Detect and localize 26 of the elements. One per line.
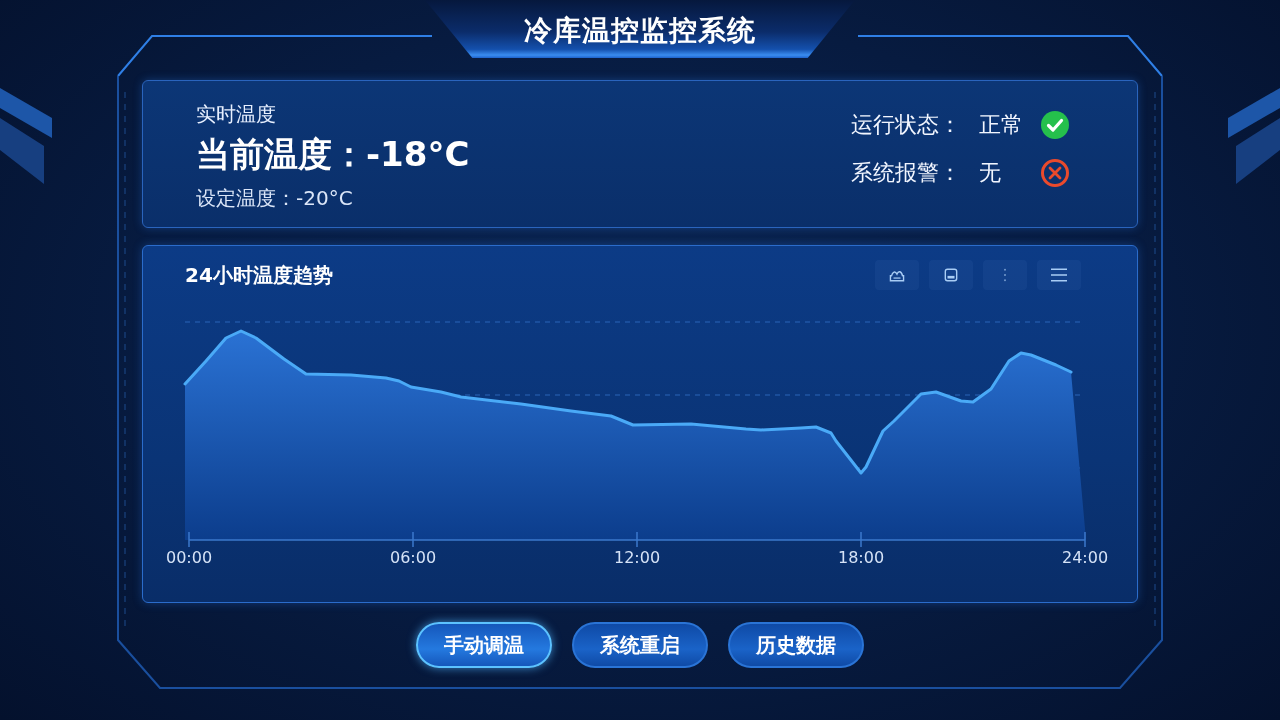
axis-label: 18:00 <box>837 549 885 567</box>
action-button[interactable]: 手动调温 <box>416 622 552 668</box>
save-icon <box>943 268 959 282</box>
status-value: 正常 <box>979 111 1023 139</box>
chart-title: 24小时温度趋势 <box>184 262 333 289</box>
action-button[interactable]: 系统重启 <box>572 622 708 668</box>
section-heading: 实时温度 <box>196 101 277 127</box>
status-label: 运行状态： <box>851 111 961 139</box>
toolbar-button[interactable] <box>929 260 973 290</box>
check-circle-icon <box>1041 111 1069 139</box>
axis-label: 06:00 <box>389 549 437 567</box>
status-label: 系统报警： <box>851 159 961 187</box>
axis-label: 12:00 <box>613 549 661 567</box>
toolbar-button[interactable] <box>1037 260 1081 290</box>
action-button[interactable]: 历史数据 <box>728 622 864 668</box>
more-icon <box>1003 268 1007 282</box>
x-circle-icon <box>1041 159 1069 187</box>
toolbar-button[interactable] <box>875 260 919 290</box>
axis-label: 00:00 <box>165 549 213 567</box>
current-temperature: 当前温度：-18°C <box>196 133 470 175</box>
setpoint-temperature: 设定温度：-20°C <box>196 185 354 211</box>
window-title: 冷库温控监控系统 <box>524 14 756 48</box>
status-value: 无 <box>979 159 1002 187</box>
menu-icon <box>1051 268 1067 282</box>
axis-label: 24:00 <box>1061 549 1109 567</box>
image-icon <box>889 268 905 282</box>
